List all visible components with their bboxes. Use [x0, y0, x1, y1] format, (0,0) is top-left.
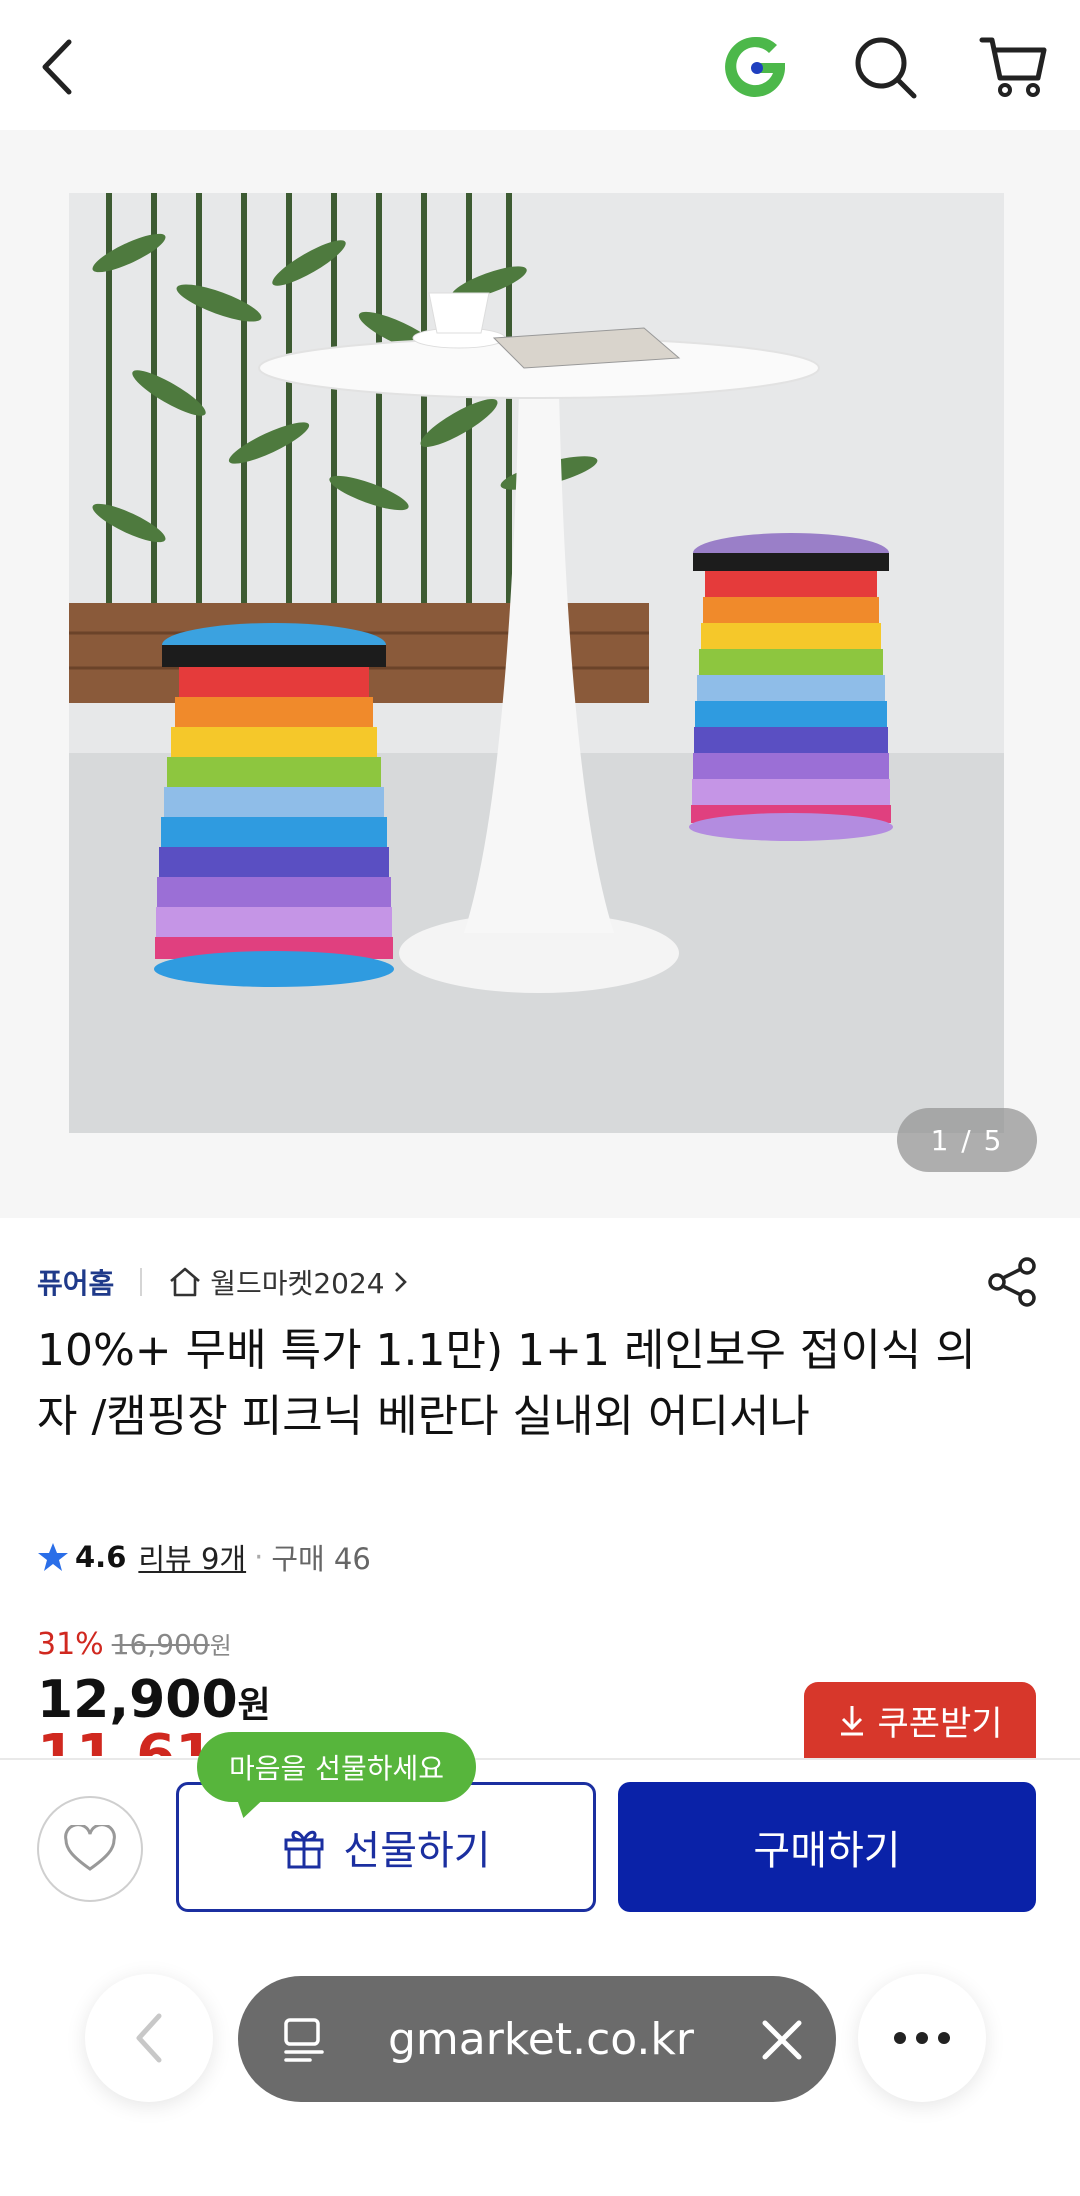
download-icon [841, 1706, 864, 1736]
seller-row: 퓨어홈 월드마켓2024 [37, 1262, 409, 1302]
purchase-count: 구매 46 [271, 1542, 371, 1576]
gift-label: 선물하기 [343, 1828, 491, 1874]
chevron-left-icon [42, 39, 72, 95]
g-logo-icon[interactable] [710, 22, 800, 112]
star-icon [38, 1543, 68, 1571]
buy-label: 구매하기 [753, 1828, 901, 1874]
sale-price-unit: 원 [237, 1685, 271, 1726]
url-text: gmarket.co.kr [388, 2013, 694, 2065]
address-bar[interactable]: gmarket.co.kr [238, 1976, 836, 2102]
product-photo[interactable] [69, 193, 1004, 1133]
gift-icon [284, 1830, 324, 1869]
brand-link[interactable]: 퓨어홈 [37, 1262, 114, 1302]
gift-tooltip-text: 마음을 선물하세요 [229, 1752, 444, 1785]
back-button[interactable] [12, 22, 102, 112]
more-dots-icon [894, 2032, 950, 2044]
search-button[interactable] [840, 22, 930, 112]
cart-icon [979, 37, 1047, 97]
wishlist-button[interactable] [37, 1796, 143, 1902]
share-button[interactable] [985, 1254, 1041, 1310]
chevron-right-icon [394, 1272, 407, 1292]
price-block: 31% 16,900 원 12,900원 [37, 1626, 271, 1730]
close-icon[interactable] [758, 2016, 806, 2064]
discount-rate: 31% [37, 1627, 104, 1662]
coupon-label: 쿠폰받기 [877, 1703, 1003, 1744]
cart-button[interactable] [968, 22, 1058, 112]
review-link[interactable]: 리뷰 9개 [138, 1536, 246, 1578]
home-icon [170, 1267, 201, 1297]
share-icon [988, 1257, 1036, 1307]
search-icon [855, 37, 917, 99]
separator-dot: · [254, 1540, 264, 1574]
more-button[interactable] [858, 1974, 986, 2102]
original-price: 16,900 [111, 1628, 210, 1661]
browser-back-button[interactable] [85, 1974, 213, 2102]
product-title: 10%+ 무배 특가 1.1만) 1+1 레인보우 접이식 의자 /캠핑장 피크… [37, 1325, 976, 1442]
image-counter: 1 / 5 [897, 1108, 1037, 1172]
reader-icon[interactable] [278, 2014, 330, 2066]
shop-link[interactable]: 월드마켓2024 [168, 1262, 408, 1302]
coupon-button[interactable]: 쿠폰받기 [804, 1682, 1036, 1758]
divider [140, 1268, 143, 1296]
rating-value: 4.6 [75, 1540, 127, 1574]
original-price-unit: 원 [209, 1632, 232, 1660]
heart-icon [64, 1825, 116, 1871]
shop-name: 월드마켓2024 [210, 1267, 385, 1300]
rating-row: 4.6 리뷰 9개 · 구매 46 [37, 1536, 371, 1578]
product-image-gallery[interactable]: 1 / 5 [0, 130, 1080, 1218]
top-header [0, 0, 1080, 130]
gift-tooltip: 마음을 선물하세요 [197, 1732, 476, 1818]
buy-button[interactable]: 구매하기 [618, 1782, 1036, 1912]
chevron-left-icon [136, 2013, 162, 2063]
sale-price: 12,900 [37, 1670, 238, 1730]
